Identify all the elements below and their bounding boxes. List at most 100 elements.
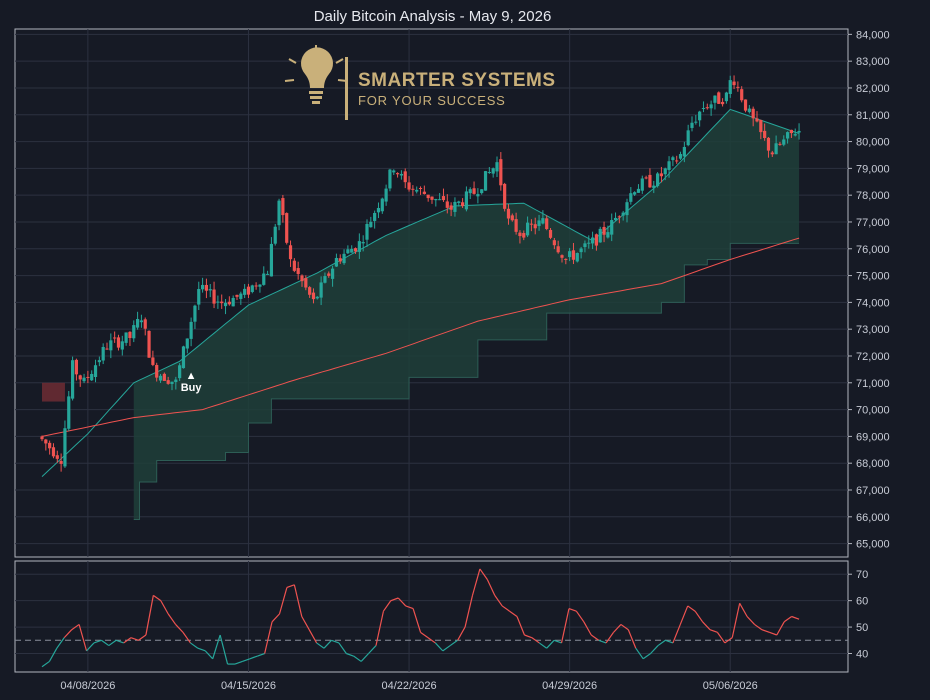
- oscillator-segment: [138, 634, 147, 641]
- candle-body: [170, 381, 174, 385]
- candle-body: [625, 202, 629, 216]
- candle-body: [568, 251, 572, 258]
- candle-body: [720, 101, 725, 105]
- candle-body: [235, 294, 239, 297]
- candle-body: [491, 168, 495, 174]
- price-tick-label: 65,000: [856, 539, 890, 551]
- candle-body: [422, 191, 426, 195]
- candle-body: [472, 188, 476, 194]
- candle-body: [319, 282, 323, 298]
- candle-body: [747, 108, 751, 113]
- candle-body: [330, 268, 335, 279]
- oscillator-panel-border: [14, 560, 849, 673]
- candle-body: [633, 192, 637, 195]
- candle-body: [327, 273, 331, 276]
- candle-body: [728, 80, 732, 94]
- candle-body: [793, 134, 797, 136]
- oscillator-segment: [783, 616, 792, 623]
- candle-body: [740, 89, 744, 101]
- candle-body: [411, 188, 415, 190]
- candle-body: [782, 139, 786, 145]
- candle-body: [675, 160, 679, 162]
- oscillator-segment: [442, 645, 451, 652]
- candle-body: [101, 346, 105, 361]
- candle-body: [388, 169, 392, 189]
- candle-body: [55, 455, 59, 459]
- candle-body: [468, 189, 472, 194]
- candle-body: [258, 284, 262, 287]
- oscillator-segment: [575, 610, 585, 623]
- date-tick-label: 04/22/2026: [382, 680, 437, 692]
- candle-body: [552, 240, 556, 246]
- candle-body: [441, 196, 446, 201]
- oscillator-segment: [761, 629, 770, 633]
- oscillator-segment: [457, 626, 466, 641]
- oscillator-segment: [679, 605, 689, 625]
- candle-body: [116, 337, 121, 348]
- date-x-axis: 04/08/2026 04/15/2026 04/22/2026 04/29/2026…: [60, 680, 757, 692]
- oscillator-segment: [464, 595, 474, 628]
- oscillator-segment: [219, 634, 229, 665]
- candle-body: [162, 373, 166, 381]
- candle-body: [686, 130, 690, 146]
- oscillator-tick-label: 70: [856, 569, 868, 581]
- candle-body: [361, 242, 365, 244]
- oscillator-segment: [709, 629, 718, 633]
- candle-body: [770, 152, 774, 155]
- oscillator-segment: [190, 642, 199, 649]
- candle-body: [281, 198, 285, 216]
- oscillator-segment: [249, 655, 258, 660]
- oscillator-segment: [152, 594, 162, 602]
- candle-body: [178, 365, 182, 379]
- candle-body: [292, 260, 296, 271]
- candle-body: [70, 360, 75, 399]
- candle-body: [655, 173, 660, 187]
- candle-body: [67, 396, 71, 429]
- oscillator-segment: [63, 629, 73, 639]
- chart-canvas: SMARTER SYSTEMS FOR YOUR SUCCESS ▲Buy 65…: [14, 28, 890, 692]
- candle-body: [269, 243, 274, 277]
- candle-body: [59, 461, 63, 464]
- candle-body: [537, 220, 541, 227]
- candle-body: [789, 129, 794, 134]
- candle-body: [667, 161, 671, 170]
- oscillator-segment: [449, 639, 458, 647]
- oscillator-segment: [560, 608, 570, 644]
- candle-body: [575, 253, 579, 262]
- candle-body: [698, 111, 702, 121]
- candle-body: [109, 340, 113, 351]
- oscillator-segment: [286, 584, 295, 588]
- candle-body: [533, 224, 537, 229]
- oscillator-segment: [791, 615, 800, 620]
- candle-body: [457, 201, 461, 203]
- candle-body: [438, 199, 442, 201]
- candle-body: [239, 293, 243, 299]
- candle-body: [243, 288, 247, 295]
- candle-body: [652, 185, 656, 188]
- oscillator-segment: [368, 645, 377, 654]
- candle-body: [311, 292, 316, 300]
- price-tick-label: 66,000: [856, 512, 890, 524]
- candle-body: [476, 194, 480, 197]
- candle-body: [124, 332, 128, 343]
- candle-body: [185, 338, 189, 349]
- candle-body: [587, 242, 591, 244]
- brand-logo: SMARTER SYSTEMS FOR YOUR SUCCESS: [284, 45, 555, 120]
- candle-body: [522, 233, 526, 238]
- oscillator-segment: [204, 650, 214, 660]
- price-y-axis: 65,000 66,000 67,000 68,000 69,000 70,000 71,0…: [848, 29, 890, 551]
- oscillator-segment: [41, 660, 50, 668]
- candle-body: [262, 273, 266, 285]
- candle-body: [529, 223, 534, 225]
- oscillator-segment: [308, 629, 318, 644]
- candle-body: [151, 357, 155, 365]
- candle-body: [415, 189, 419, 192]
- oscillator-segment: [509, 610, 518, 617]
- candle-body: [139, 320, 144, 323]
- oscillator-segment: [605, 632, 614, 644]
- candle-body: [334, 257, 339, 267]
- candle-body: [93, 365, 98, 378]
- support-band-area: [133, 109, 800, 520]
- candle-body: [617, 216, 621, 218]
- support-band: [133, 109, 800, 520]
